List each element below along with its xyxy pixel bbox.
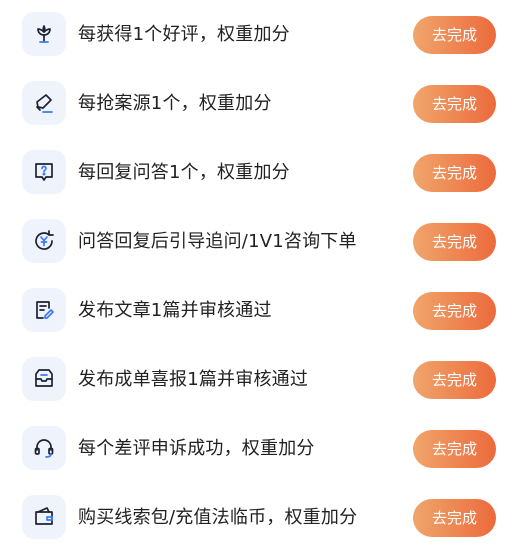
task-label: 每个差评申诉成功，权重加分 — [78, 438, 315, 459]
complete-button[interactable]: 去完成 — [413, 361, 496, 399]
task-label: 每回复问答1个，权重加分 — [78, 162, 290, 183]
complete-button[interactable]: 去完成 — [413, 223, 496, 261]
task-row-publish-success: 发布成单喜报1篇并审核通过 去完成 — [0, 345, 518, 414]
task-label: 购买线索包/充值法临币，权重加分 — [78, 507, 358, 528]
headset-icon — [22, 426, 66, 470]
complete-button[interactable]: 去完成 — [413, 499, 496, 537]
task-label: 每抢案源1个，权重加分 — [78, 93, 272, 114]
pen-icon — [22, 81, 66, 125]
question-bubble-icon — [22, 150, 66, 194]
task-label: 发布文章1篇并审核通过 — [78, 300, 272, 321]
task-row-good-review: 每获得1个好评，权重加分 去完成 — [0, 0, 518, 69]
flower-icon — [22, 12, 66, 56]
yuan-refresh-icon — [22, 219, 66, 263]
task-row-grab-case: 每抢案源1个，权重加分 去完成 — [0, 69, 518, 138]
task-label: 发布成单喜报1篇并审核通过 — [78, 369, 309, 390]
task-row-appeal: 每个差评申诉成功，权重加分 去完成 — [0, 414, 518, 483]
edit-document-icon — [22, 288, 66, 332]
task-row-publish-article: 发布文章1篇并审核通过 去完成 — [0, 276, 518, 345]
complete-button[interactable]: 去完成 — [413, 85, 496, 123]
inbox-icon — [22, 357, 66, 401]
complete-button[interactable]: 去完成 — [413, 292, 496, 330]
complete-button[interactable]: 去完成 — [413, 154, 496, 192]
task-row-follow-up: 问答回复后引导追问/1V1咨询下单 去完成 — [0, 207, 518, 276]
wallet-icon — [22, 495, 66, 539]
task-label: 每获得1个好评，权重加分 — [78, 24, 290, 45]
task-row-reply-qa: 每回复问答1个，权重加分 去完成 — [0, 138, 518, 207]
complete-button[interactable]: 去完成 — [413, 430, 496, 468]
task-label: 问答回复后引导追问/1V1咨询下单 — [78, 231, 357, 252]
complete-button[interactable]: 去完成 — [413, 16, 496, 54]
task-row-purchase: 购买线索包/充值法临币，权重加分 去完成 — [0, 483, 518, 552]
